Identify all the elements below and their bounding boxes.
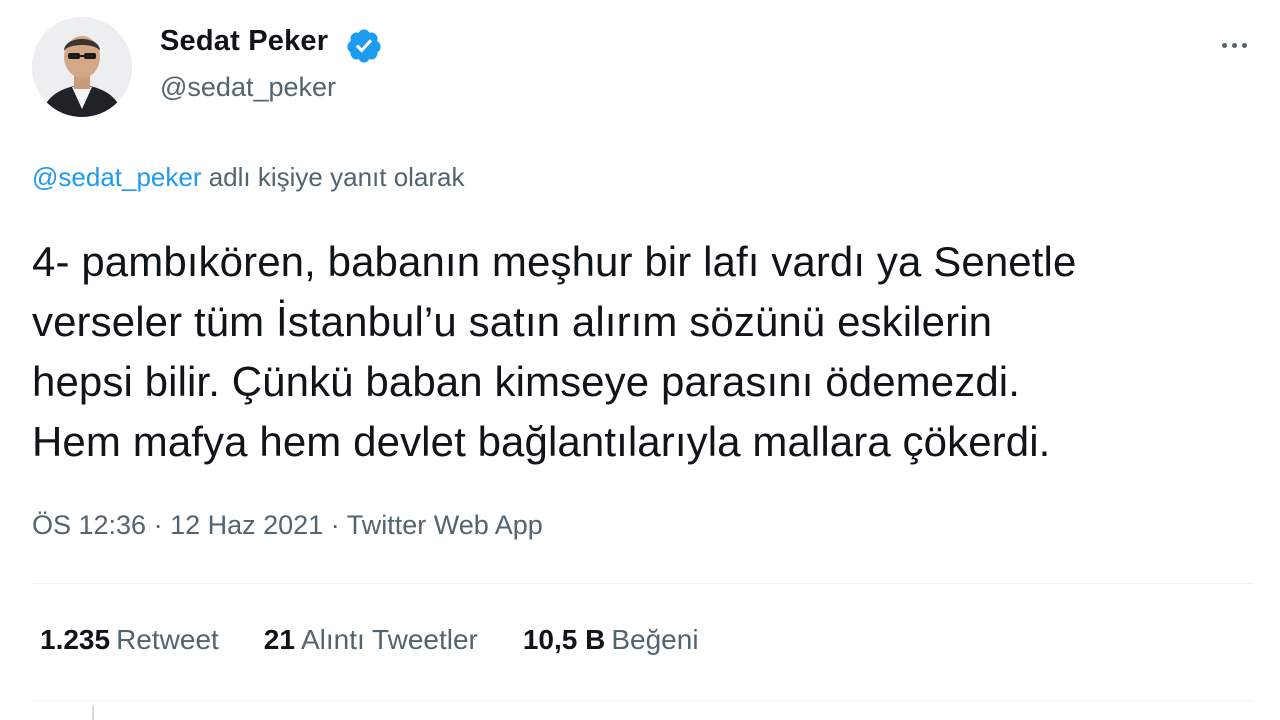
retweet-label: Retweet bbox=[116, 624, 219, 655]
tweet-date-link[interactable]: 12 Haz 2021 bbox=[170, 510, 323, 540]
like-label: Beğeni bbox=[611, 624, 699, 655]
likes-stat[interactable]: 10,5 B Beğeni bbox=[523, 624, 699, 656]
more-dot bbox=[1221, 42, 1227, 48]
divider bbox=[32, 700, 1254, 701]
tweet-source-link[interactable]: Twitter Web App bbox=[347, 510, 543, 540]
retweets-stat[interactable]: 1.235 Retweet bbox=[40, 624, 219, 656]
tweet-stats: 1.235 Retweet 21 Alıntı Tweetler 10,5 B Beğ… bbox=[40, 624, 699, 656]
author-handle[interactable]: @sedat_peker bbox=[160, 72, 336, 103]
action-bar-edge bbox=[92, 706, 94, 720]
tweet-meta: ÖS 12:36 · 12 Haz 2021 · Twitter Web App bbox=[32, 510, 543, 541]
more-dot bbox=[1241, 42, 1247, 48]
retweet-count: 1.235 bbox=[40, 624, 111, 655]
meta-separator: · bbox=[146, 510, 171, 540]
more-options-icon[interactable] bbox=[1214, 30, 1254, 60]
reply-context: @sedat_peker adlı kişiye yanıt olarak bbox=[32, 162, 465, 193]
author-display-name[interactable]: Sedat Peker bbox=[160, 25, 328, 58]
reply-context-text: adlı kişiye yanıt olarak bbox=[201, 162, 465, 192]
quote-tweets-stat[interactable]: 21 Alıntı Tweetler bbox=[264, 624, 478, 656]
avatar[interactable] bbox=[32, 17, 132, 117]
quote-label: Alıntı Tweetler bbox=[300, 624, 478, 655]
divider bbox=[32, 583, 1254, 584]
tweet-text: 4- pambıkören, babanın meşhur bir lafı v… bbox=[32, 238, 1077, 465]
like-count: 10,5 B bbox=[522, 624, 606, 655]
verified-badge-icon bbox=[347, 29, 381, 63]
reply-mention-link[interactable]: @sedat_peker bbox=[32, 162, 202, 192]
tweet-card: Sedat Peker @sedat_peker @sedat_peker ad… bbox=[0, 0, 1280, 720]
avatar-image bbox=[32, 17, 132, 117]
tweet-time-link[interactable]: ÖS 12:36 bbox=[32, 510, 146, 540]
more-dot bbox=[1231, 42, 1237, 48]
meta-separator: · bbox=[323, 510, 347, 540]
quote-count: 21 bbox=[263, 624, 295, 655]
